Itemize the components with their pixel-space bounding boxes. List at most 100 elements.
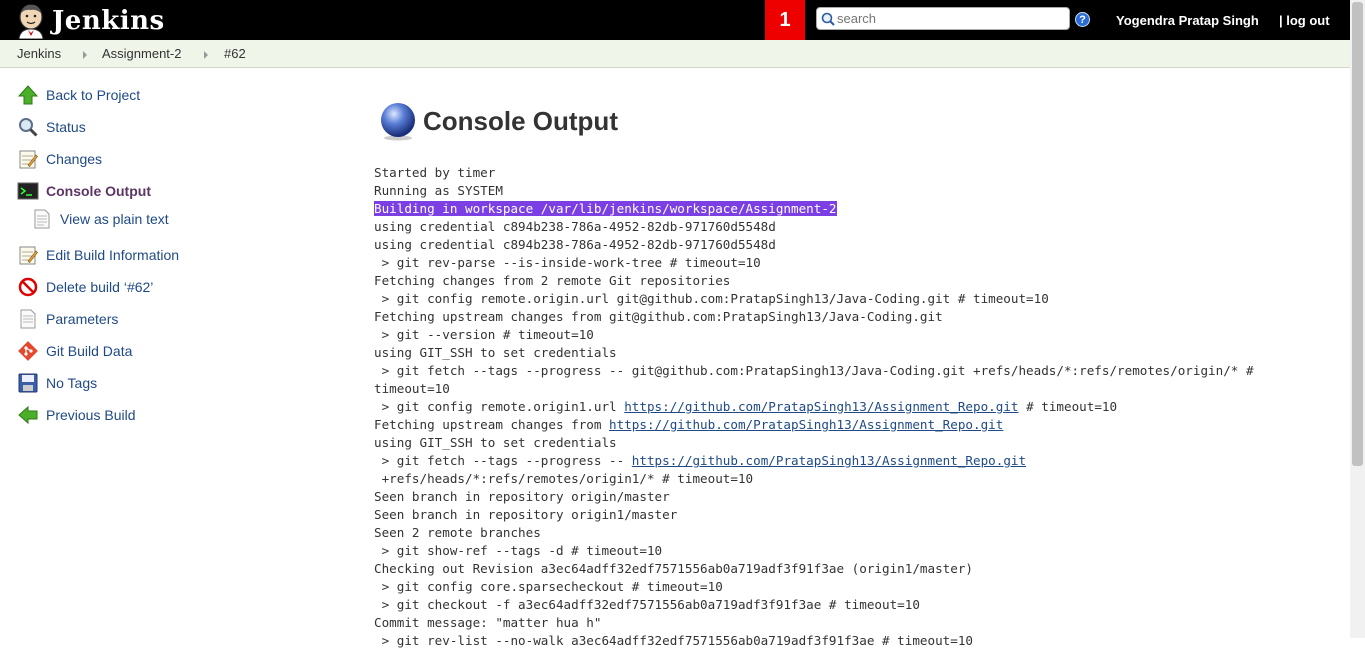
console-line-text: timeout=10 [374, 381, 450, 396]
changes-link[interactable]: Changes [17, 148, 102, 170]
no-entry-icon [17, 276, 39, 298]
console-line-text: > git rev-list --no-walk a3ec64adff32edf… [374, 633, 973, 648]
console-line: > git --version # timeout=10 [374, 326, 1254, 344]
console-line: Running as SYSTEM [374, 182, 1254, 200]
breadcrumb-build[interactable]: #62 [224, 46, 246, 61]
breadcrumb-project[interactable]: Assignment-2 [102, 46, 181, 61]
console-line-highlighted-text: Building in workspace /var/lib/jenkins/w… [374, 201, 837, 216]
console-line: > git checkout -f a3ec64adff32edf7571556… [374, 596, 1254, 614]
console-line-text: > git config core.sparsecheckout # timeo… [374, 579, 723, 594]
console-line: > git rev-list --no-walk a3ec64adff32edf… [374, 632, 1254, 650]
user-name-link[interactable]: Yogendra Pratap Singh [1116, 13, 1259, 28]
jenkins-logo[interactable]: Jenkins [14, 3, 165, 39]
console-line: Building in workspace /var/lib/jenkins/w… [374, 200, 1254, 218]
page-title: Console Output [378, 101, 618, 141]
search-input[interactable] [837, 11, 1057, 26]
edit-build-information-link[interactable]: Edit Build Information [17, 244, 179, 266]
console-line: Fetching upstream changes from git@githu… [374, 308, 1254, 326]
console-line-text: Seen branch in repository origin1/master [374, 507, 678, 522]
view-plain-text-link[interactable]: View as plain text [33, 208, 169, 230]
task-label: Changes [46, 151, 103, 167]
jenkins-butler-icon [18, 4, 44, 39]
task-label: Status [46, 119, 86, 135]
console-line: Seen branch in repository origin/master [374, 488, 1254, 506]
console-line-text: Fetching changes from 2 remote Git repos… [374, 273, 731, 288]
console-line-text: > git checkout -f a3ec64adff32edf7571556… [374, 597, 920, 612]
console-line-text: Seen branch in repository origin/master [374, 489, 670, 504]
magnifier-icon [17, 116, 39, 138]
task-label: Parameters [46, 311, 119, 327]
help-icon[interactable]: ? [1075, 12, 1090, 27]
console-line-text: > git --version # timeout=10 [374, 327, 594, 342]
breadcrumb-jenkins[interactable]: Jenkins [17, 46, 61, 61]
console-line-text: using GIT_SSH to set credentials [374, 345, 617, 360]
console-line: Fetching changes from 2 remote Git repos… [374, 272, 1254, 290]
console-line-text: > git fetch --tags --progress -- [374, 453, 632, 468]
breadcrumb: Jenkins Assignment-2 #62 [0, 40, 1350, 68]
console-output-link[interactable]: Console Output [17, 180, 151, 202]
left-arrow-icon [17, 404, 39, 426]
console-line-text: Fetching upstream changes from git@githu… [374, 309, 943, 324]
back-to-project-link[interactable]: Back to Project [17, 84, 140, 106]
console-line: > git show-ref --tags -d # timeout=10 [374, 542, 1254, 560]
terminal-icon [17, 180, 39, 202]
task-label: Edit Build Information [46, 247, 180, 263]
console-link[interactable]: https://github.com/PratapSingh13/Assignm… [624, 399, 1018, 414]
console-line: using GIT_SSH to set credentials [374, 344, 1254, 362]
console-line-text: using credential c894b238-786a-4952-82db… [374, 237, 776, 252]
task-label: Previous Build [46, 407, 136, 423]
console-line: > git config core.sparsecheckout # timeo… [374, 578, 1254, 596]
console-line: using credential c894b238-786a-4952-82db… [374, 218, 1254, 236]
console-line-text: using credential c894b238-786a-4952-82db… [374, 219, 776, 234]
console-line-text: Checking out Revision a3ec64adff32edf757… [374, 561, 973, 576]
status-link[interactable]: Status [17, 116, 86, 138]
document-icon [33, 208, 51, 230]
console-line: using credential c894b238-786a-4952-82db… [374, 236, 1254, 254]
console-line-suffix: # timeout=10 [1018, 399, 1118, 414]
console-line-text: using GIT_SSH to set credentials [374, 435, 617, 450]
console-line: Seen branch in repository origin1/master [374, 506, 1254, 524]
console-line: > git fetch --tags --progress -- git@git… [374, 362, 1254, 380]
console-link[interactable]: https://github.com/PratapSingh13/Assignm… [632, 453, 1026, 468]
console-line: timeout=10 [374, 380, 1254, 398]
notepad-icon [17, 148, 39, 170]
console-line-text: Seen 2 remote branches [374, 525, 541, 540]
console-link[interactable]: https://github.com/PratapSingh13/Assignm… [609, 417, 1003, 432]
console-line: > git config remote.origin1.url https://… [374, 398, 1254, 416]
breadcrumb-separator-icon[interactable] [83, 51, 87, 59]
scrollbar-thumb[interactable] [1352, 2, 1363, 466]
console-line: > git config remote.origin.url git@githu… [374, 290, 1254, 308]
git-icon [17, 340, 39, 362]
previous-build-link[interactable]: Previous Build [17, 404, 136, 426]
console-line-text: > git rev-parse --is-inside-work-tree # … [374, 255, 761, 270]
task-label: Back to Project [46, 87, 141, 103]
delete-build-link[interactable]: Delete build ‘#62’ [17, 276, 153, 298]
console-line: using GIT_SSH to set credentials [374, 434, 1254, 452]
top-header: Jenkins 1 ? Yogendra Pratap Singh | log … [0, 0, 1350, 40]
notification-badge[interactable]: 1 [765, 0, 805, 40]
up-arrow-icon [17, 84, 39, 106]
console-line: Commit message: "matter hua h" [374, 614, 1254, 632]
page-title-text: Console Output [423, 105, 618, 136]
task-label: Console Output [46, 183, 151, 199]
console-line: Fetching upstream changes from https://g… [374, 416, 1254, 434]
logout-link[interactable]: | log out [1279, 13, 1330, 28]
git-build-data-link[interactable]: Git Build Data [17, 340, 132, 362]
no-tags-link[interactable]: No Tags [17, 372, 97, 394]
parameters-link[interactable]: Parameters [17, 308, 118, 330]
console-line: +refs/heads/*:refs/remotes/origin1/* # t… [374, 470, 1254, 488]
console-line-text: > git config remote.origin.url git@githu… [374, 291, 1049, 306]
task-label: Delete build ‘#62’ [46, 279, 154, 295]
task-label: Git Build Data [46, 343, 133, 359]
breadcrumb-separator-icon[interactable] [204, 51, 208, 59]
console-output: Started by timer Running as SYSTEM Buildin… [374, 164, 1254, 650]
floppy-disk-icon [17, 372, 39, 394]
console-line-text: > git show-ref --tags -d # timeout=10 [374, 543, 663, 558]
document-icon [17, 308, 39, 330]
console-line: > git rev-parse --is-inside-work-tree # … [374, 254, 1254, 272]
console-line-text: > git fetch --tags --progress -- git@git… [374, 363, 1254, 378]
console-line-text: Commit message: "matter hua h" [374, 615, 602, 630]
task-label: View as plain text [60, 211, 169, 227]
search-icon [821, 12, 835, 26]
console-line: Seen 2 remote branches [374, 524, 1254, 542]
